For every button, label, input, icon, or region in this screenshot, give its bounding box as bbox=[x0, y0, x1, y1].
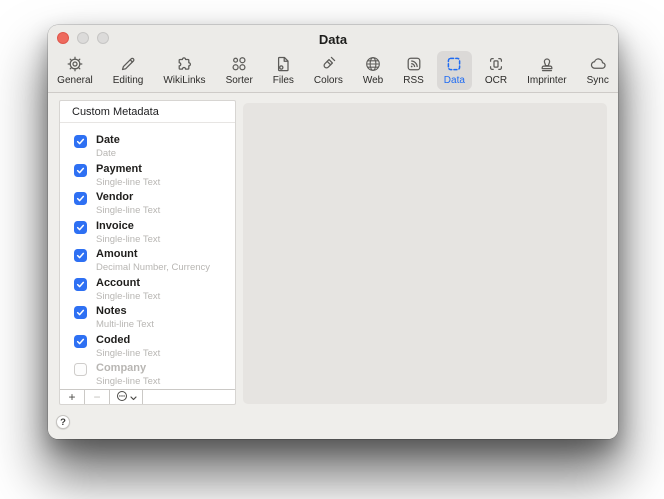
add-field-button[interactable]: + bbox=[60, 390, 85, 404]
toolbar-tab-label: Data bbox=[444, 75, 465, 86]
field-type: Single-line Text bbox=[96, 177, 160, 188]
field-name: Payment bbox=[96, 163, 160, 176]
cloud-icon bbox=[588, 54, 608, 74]
paintbrush-icon bbox=[318, 54, 338, 74]
toolbar-tab-data[interactable]: Data bbox=[437, 51, 472, 90]
field-type: Decimal Number, Currency bbox=[96, 262, 210, 273]
toolbar-tab-label: Editing bbox=[113, 75, 144, 86]
metadata-row-coded[interactable]: CodedSingle-line Text bbox=[74, 334, 229, 363]
circles-grid-icon bbox=[229, 54, 249, 74]
ellipsis-circle-icon bbox=[116, 390, 128, 404]
field-type: Single-line Text bbox=[96, 291, 160, 302]
toolbar-tab-label: Sorter bbox=[226, 75, 253, 86]
preferences-toolbar: General Editing WikiLinks bbox=[48, 49, 618, 90]
window-header: Data General Editi bbox=[48, 25, 618, 93]
toolbar-tab-label: General bbox=[57, 75, 93, 86]
toolbar-tab-label: Colors bbox=[314, 75, 343, 86]
toolbar-tab-label: Web bbox=[363, 75, 383, 86]
zoom-button bbox=[97, 32, 109, 44]
metadata-row-notes[interactable]: NotesMulti-line Text bbox=[74, 305, 229, 334]
title-bar[interactable]: Data bbox=[48, 25, 618, 49]
field-name: Account bbox=[96, 277, 160, 290]
metadata-row-payment[interactable]: PaymentSingle-line Text bbox=[74, 163, 229, 192]
toolbar-tab-label: Imprinter bbox=[527, 75, 566, 86]
metadata-row-date[interactable]: DateDate bbox=[74, 134, 229, 163]
checkbox-icon[interactable] bbox=[74, 164, 87, 177]
selection-square-icon bbox=[444, 54, 464, 74]
field-type: Single-line Text bbox=[96, 376, 160, 387]
field-type: Date bbox=[96, 148, 120, 159]
metadata-row-invoice[interactable]: InvoiceSingle-line Text bbox=[74, 220, 229, 249]
toolbar-tab-rss[interactable]: RSS bbox=[396, 51, 431, 90]
custom-metadata-panel: Custom Metadata DateDate PaymentSingle-l… bbox=[59, 100, 236, 405]
field-name: Date bbox=[96, 134, 120, 147]
toolbar-tab-general[interactable]: General bbox=[50, 51, 100, 90]
close-button[interactable] bbox=[57, 32, 69, 44]
metadata-row-vendor[interactable]: VendorSingle-line Text bbox=[74, 191, 229, 220]
gear-icon bbox=[65, 54, 85, 74]
stamp-icon bbox=[537, 54, 557, 74]
checkbox-icon[interactable] bbox=[74, 306, 87, 319]
puzzle-icon bbox=[174, 54, 194, 74]
field-name: Amount bbox=[96, 248, 210, 261]
rss-icon bbox=[404, 54, 424, 74]
toolbar-tab-ocr[interactable]: OCR bbox=[478, 51, 514, 90]
checkbox-icon[interactable] bbox=[74, 249, 87, 262]
toolbar-tab-label: OCR bbox=[485, 75, 507, 86]
panel-footer: + − bbox=[60, 389, 235, 404]
window-title: Data bbox=[48, 25, 618, 47]
toolbar-tab-files[interactable]: Files bbox=[266, 51, 301, 90]
preferences-window: Data General Editi bbox=[48, 25, 618, 439]
field-type: Single-line Text bbox=[96, 348, 160, 359]
minimize-button bbox=[77, 32, 89, 44]
toolbar-tab-label: Sync bbox=[587, 75, 609, 86]
help-button[interactable]: ? bbox=[56, 415, 70, 429]
metadata-row-amount[interactable]: AmountDecimal Number, Currency bbox=[74, 248, 229, 277]
toolbar-tab-sync[interactable]: Sync bbox=[580, 51, 616, 90]
toolbar-tab-editing[interactable]: Editing bbox=[106, 51, 151, 90]
checkbox-icon[interactable] bbox=[74, 363, 87, 376]
field-name: Invoice bbox=[96, 220, 160, 233]
field-name: Notes bbox=[96, 305, 154, 318]
window-controls bbox=[57, 32, 109, 44]
document-gear-icon bbox=[273, 54, 293, 74]
toolbar-tab-web[interactable]: Web bbox=[356, 51, 390, 90]
remove-field-button: − bbox=[85, 390, 110, 404]
scan-frame-icon bbox=[486, 54, 506, 74]
detail-pane bbox=[243, 103, 607, 404]
field-type: Single-line Text bbox=[96, 234, 160, 245]
checkbox-icon[interactable] bbox=[74, 192, 87, 205]
checkbox-icon[interactable] bbox=[74, 335, 87, 348]
checkbox-icon[interactable] bbox=[74, 135, 87, 148]
toolbar-tab-label: WikiLinks bbox=[163, 75, 205, 86]
preferences-content: Custom Metadata DateDate PaymentSingle-l… bbox=[48, 93, 618, 439]
toolbar-tab-sorter[interactable]: Sorter bbox=[219, 51, 260, 90]
globe-icon bbox=[363, 54, 383, 74]
toolbar-tab-imprinter[interactable]: Imprinter bbox=[520, 51, 573, 90]
toolbar-tab-colors[interactable]: Colors bbox=[307, 51, 350, 90]
field-name: Coded bbox=[96, 334, 160, 347]
toolbar-tab-label: Files bbox=[273, 75, 294, 86]
pencil-icon bbox=[118, 54, 138, 74]
toolbar-tab-wikilinks[interactable]: WikiLinks bbox=[156, 51, 212, 90]
toolbar-tab-label: RSS bbox=[403, 75, 424, 86]
field-type: Multi-line Text bbox=[96, 319, 154, 330]
metadata-row-company[interactable]: CompanySingle-line Text bbox=[74, 362, 229, 389]
more-actions-button[interactable] bbox=[110, 390, 143, 404]
checkbox-icon[interactable] bbox=[74, 278, 87, 291]
panel-header: Custom Metadata bbox=[60, 101, 235, 123]
metadata-field-list: DateDate PaymentSingle-line Text VendorS… bbox=[60, 123, 235, 389]
chevron-down-icon bbox=[130, 391, 137, 403]
metadata-row-account[interactable]: AccountSingle-line Text bbox=[74, 277, 229, 306]
field-name: Company bbox=[96, 362, 160, 375]
checkbox-icon[interactable] bbox=[74, 221, 87, 234]
field-type: Single-line Text bbox=[96, 205, 160, 216]
field-name: Vendor bbox=[96, 191, 160, 204]
